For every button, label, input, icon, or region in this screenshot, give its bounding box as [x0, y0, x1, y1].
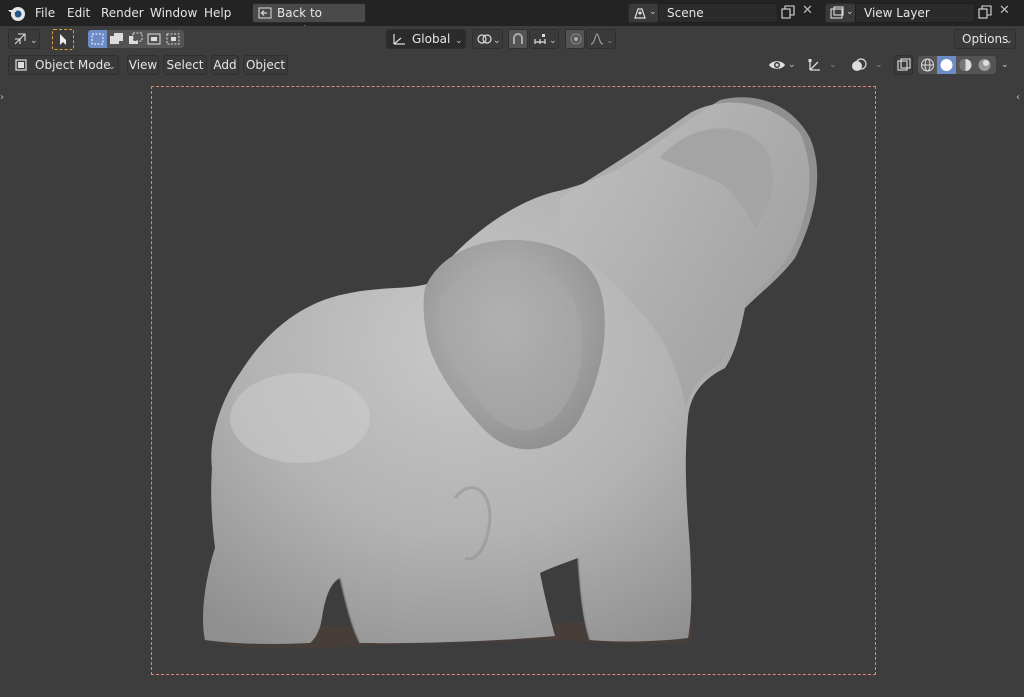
proportional-dot-icon	[569, 32, 583, 51]
overlays-dropdown[interactable]: ⌄	[849, 55, 887, 75]
chevron-down-icon: ⌄	[108, 62, 116, 72]
chevron-down-icon: ⌄	[606, 36, 614, 46]
chevron-down-icon: ⌄	[455, 36, 463, 46]
blender-logo-icon[interactable]	[6, 3, 28, 23]
chevron-down-icon: ⌄	[788, 60, 796, 70]
chevron-down-icon: ⌄	[875, 60, 883, 70]
select-subtract-icon[interactable]	[126, 30, 145, 48]
menu-help[interactable]: Help	[204, 0, 231, 26]
overlays-icon	[851, 57, 867, 79]
select-new-icon[interactable]	[88, 30, 107, 48]
active-tool-select-icon[interactable]	[52, 29, 74, 50]
orientation-icon	[391, 32, 407, 51]
options-dropdown[interactable]: Options ⌄	[954, 29, 1016, 49]
visibility-dropdown[interactable]: ⌄	[766, 55, 798, 75]
snap-increment-icon	[533, 32, 547, 51]
view-layer-copy-icon[interactable]	[978, 5, 992, 19]
eye-icon	[768, 58, 786, 78]
xray-toggle[interactable]	[894, 55, 913, 75]
transform-icon	[13, 32, 27, 51]
view-layer-icon	[830, 6, 844, 23]
transform-pivot-dropdown[interactable]: ⌄	[8, 29, 40, 49]
menu-select[interactable]: Select	[163, 55, 207, 75]
view-layer-browse-button[interactable]: ⌄	[825, 3, 856, 23]
3d-viewport[interactable]: › ‹	[0, 78, 1024, 697]
tool-settings-header: ⌄ Global ⌄ ⌄ ⌄ ⌄ Options ⌄	[0, 26, 1024, 52]
back-to-previous-button[interactable]: Back to Previous	[252, 3, 366, 38]
transform-orientation-dropdown[interactable]: Global ⌄	[386, 29, 466, 49]
select-invert-icon[interactable]	[145, 30, 164, 48]
chevron-down-icon: ⌄	[30, 36, 38, 46]
object-mode-label: Object Mode	[35, 58, 111, 72]
scene-copy-icon[interactable]	[781, 5, 795, 19]
menu-file[interactable]: File	[35, 0, 55, 26]
chevron-down-icon: ⌄	[549, 36, 557, 46]
menu-view[interactable]: View	[127, 55, 159, 75]
top-bar: File Edit Render Window Help Back to Pre…	[0, 0, 1024, 38]
xray-icon	[897, 58, 911, 77]
pivot-point-dropdown[interactable]: ⌄	[472, 29, 503, 49]
menu-add[interactable]: Add	[211, 55, 239, 75]
view-layer-name-field[interactable]: View Layer	[855, 3, 975, 23]
chevron-down-icon: ⌄	[493, 36, 501, 46]
gizmo-dropdown[interactable]: ⌄	[805, 55, 841, 75]
chevron-down-icon: ⌄	[829, 60, 837, 70]
pivot-icon	[476, 32, 492, 51]
menu-add-label: Add	[213, 58, 237, 72]
menu-window[interactable]: Window	[150, 0, 197, 26]
falloff-curve-icon	[590, 32, 604, 51]
proportional-editing-toggle[interactable]	[565, 29, 585, 49]
orientation-label: Global	[412, 32, 451, 46]
scene-browse-button[interactable]: ⌄	[628, 3, 659, 23]
viewport-header: Object Mode ⌄ View Select Add Object ⌄ ⌄…	[0, 52, 1024, 78]
magnet-icon	[511, 32, 525, 51]
menu-select-label: Select	[166, 58, 204, 72]
chevron-down-icon: ⌄	[846, 7, 854, 17]
menu-edit[interactable]: Edit	[67, 0, 90, 26]
back-icon	[258, 7, 272, 19]
scene-close-icon[interactable]: ✕	[802, 4, 814, 17]
object-mode-dropdown[interactable]: Object Mode ⌄	[8, 55, 119, 75]
shading-options-dropdown[interactable]: ⌄	[998, 55, 1014, 75]
wireframe-shading-icon[interactable]	[918, 56, 937, 74]
elephant-sculpt-model[interactable]	[0, 78, 1024, 697]
material-preview-shading-icon[interactable]	[956, 56, 975, 74]
proportional-falloff-dropdown[interactable]: ⌄	[586, 29, 616, 49]
menu-view-label: View	[128, 58, 158, 72]
menu-render[interactable]: Render	[101, 0, 144, 26]
menu-object[interactable]: Object	[243, 55, 288, 75]
chevron-down-icon: ⌄	[1005, 36, 1013, 46]
solid-shading-icon[interactable]	[937, 56, 956, 74]
select-intersect-icon[interactable]	[164, 30, 184, 48]
select-extend-icon[interactable]	[107, 30, 126, 48]
object-mode-icon	[14, 58, 28, 77]
options-label: Options	[962, 32, 1009, 46]
view-layer-close-icon[interactable]: ✕	[999, 4, 1011, 17]
shading-mode-group	[918, 56, 996, 74]
chevron-down-icon: ⌄	[1001, 60, 1009, 70]
snap-target-dropdown[interactable]: ⌄	[529, 29, 559, 49]
selection-mode-group	[88, 30, 184, 48]
gizmo-icon	[807, 57, 823, 79]
chevron-down-icon: ⌄	[649, 7, 657, 17]
menu-object-label: Object	[245, 58, 286, 72]
rendered-shading-icon[interactable]	[975, 56, 996, 74]
scene-icon	[633, 6, 647, 23]
snap-toggle[interactable]	[508, 29, 528, 49]
scene-name-field[interactable]: Scene	[658, 3, 778, 23]
